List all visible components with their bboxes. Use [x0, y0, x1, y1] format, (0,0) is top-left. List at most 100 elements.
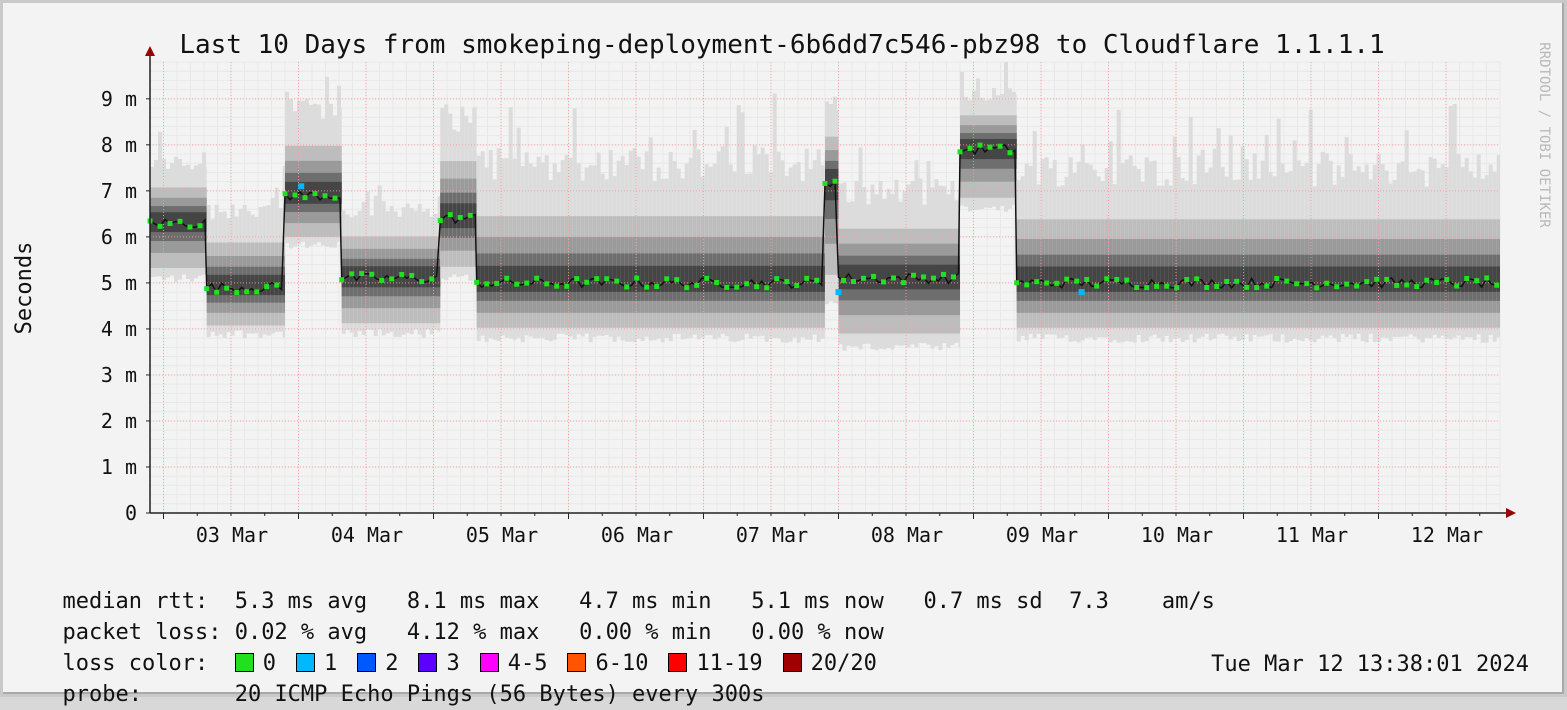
- smoke-layer: [561, 266, 565, 292]
- median-point: [234, 290, 239, 295]
- median-point: [1164, 284, 1169, 289]
- median-point: [941, 272, 946, 277]
- median-point: [958, 149, 963, 154]
- smoke-layer: [1293, 266, 1297, 291]
- median-point: [1374, 277, 1379, 282]
- smoke-layer: [1209, 266, 1213, 291]
- loss-point: [836, 289, 842, 295]
- median-point: [168, 221, 173, 226]
- median-point: [264, 284, 269, 289]
- median-point: [339, 277, 344, 282]
- smoke-layer: [1045, 266, 1049, 291]
- median-point: [158, 224, 163, 229]
- smoke-layer: [1121, 266, 1125, 291]
- smoke-layer: [883, 265, 887, 290]
- median-point: [438, 218, 443, 223]
- smoke-layer: [1301, 266, 1305, 291]
- median-point: [764, 285, 769, 290]
- median-point: [911, 273, 916, 278]
- median-point: [1104, 276, 1109, 281]
- median-point: [1484, 275, 1489, 280]
- median-point: [448, 212, 453, 217]
- median-point: [1314, 285, 1319, 290]
- median-point: [349, 271, 354, 276]
- median-point: [379, 278, 384, 283]
- x-tick-label: 03 Mar: [196, 523, 268, 547]
- smoke-layer: [992, 139, 996, 159]
- smoke-layer: [801, 266, 805, 292]
- smoke-layer: [1289, 266, 1293, 291]
- smoke-layer: [541, 266, 545, 292]
- median-point: [1254, 285, 1259, 290]
- median-point: [399, 272, 404, 277]
- smoke-layer: [529, 266, 533, 292]
- y-tick-label: 8 m: [101, 133, 137, 157]
- median-point: [1444, 277, 1449, 282]
- median-point: [1404, 282, 1409, 287]
- smoke-layer: [1089, 266, 1093, 291]
- smoke-layer: [513, 266, 517, 292]
- median-point: [564, 284, 569, 289]
- smoke-layer: [1101, 266, 1105, 291]
- smoke-layer: [438, 266, 441, 287]
- smoke-layer: [1345, 266, 1349, 291]
- smoke-layer: [521, 266, 525, 292]
- x-tick-label: 06 Mar: [601, 523, 673, 547]
- median-point: [1194, 276, 1199, 281]
- median-point: [244, 289, 249, 294]
- smoke-layer: [418, 266, 422, 287]
- median-point: [833, 179, 838, 184]
- loss-color-swatch: [783, 653, 802, 672]
- median-point: [359, 271, 364, 276]
- smoke-layer: [1449, 266, 1453, 291]
- smoke-layer: [289, 182, 293, 204]
- median-point: [1264, 284, 1269, 289]
- smoke-layer: [426, 266, 430, 287]
- median-point: [504, 276, 509, 281]
- median-point: [968, 146, 973, 151]
- smoke-layer: [697, 266, 701, 292]
- smoke-layer: [1341, 266, 1345, 291]
- smoke-layer: [194, 212, 198, 232]
- probe-description: 20 ICMP Echo Pings (56 Bytes) every 300s: [235, 682, 765, 707]
- smoke-layer: [1149, 266, 1153, 291]
- median-point: [774, 276, 779, 281]
- smoke-layer: [1053, 266, 1057, 291]
- smoke-layer: [761, 266, 765, 292]
- smoke-layer: [422, 266, 426, 287]
- median-point: [574, 276, 579, 281]
- median-point: [1294, 281, 1299, 286]
- y-tick-label: 3 m: [101, 363, 137, 387]
- median-point: [1154, 284, 1159, 289]
- median-point: [814, 278, 819, 283]
- median-point: [389, 276, 394, 281]
- smoke-layer: [1461, 266, 1465, 291]
- smoke-layer: [1305, 266, 1309, 291]
- median-point: [978, 143, 983, 148]
- smoke-layer: [227, 275, 231, 295]
- median-point: [1464, 276, 1469, 281]
- smoke-layer: [785, 266, 789, 292]
- smoke-layer: [452, 203, 456, 228]
- median-point: [514, 282, 519, 287]
- y-tick-label: 5 m: [101, 271, 137, 295]
- smoke-layer: [1497, 266, 1500, 291]
- smoke-layer: [1081, 266, 1085, 291]
- median-point: [468, 213, 473, 218]
- x-tick-label: 07 Mar: [736, 523, 808, 547]
- median-point: [419, 279, 424, 284]
- x-tick-label: 05 Mar: [466, 523, 538, 547]
- median-point: [951, 274, 956, 279]
- median-point: [744, 281, 749, 286]
- smoke-layer: [585, 266, 589, 292]
- x-tick-label: 11 Mar: [1276, 523, 1348, 547]
- median-point: [654, 284, 659, 289]
- smoke-layer: [517, 266, 521, 292]
- smoke-layer: [1261, 266, 1265, 291]
- smoke-layer: [321, 182, 325, 204]
- median-point: [891, 275, 896, 280]
- median-point: [921, 274, 926, 279]
- median-point: [1454, 284, 1459, 289]
- median-point: [494, 281, 499, 286]
- median-point: [474, 280, 479, 285]
